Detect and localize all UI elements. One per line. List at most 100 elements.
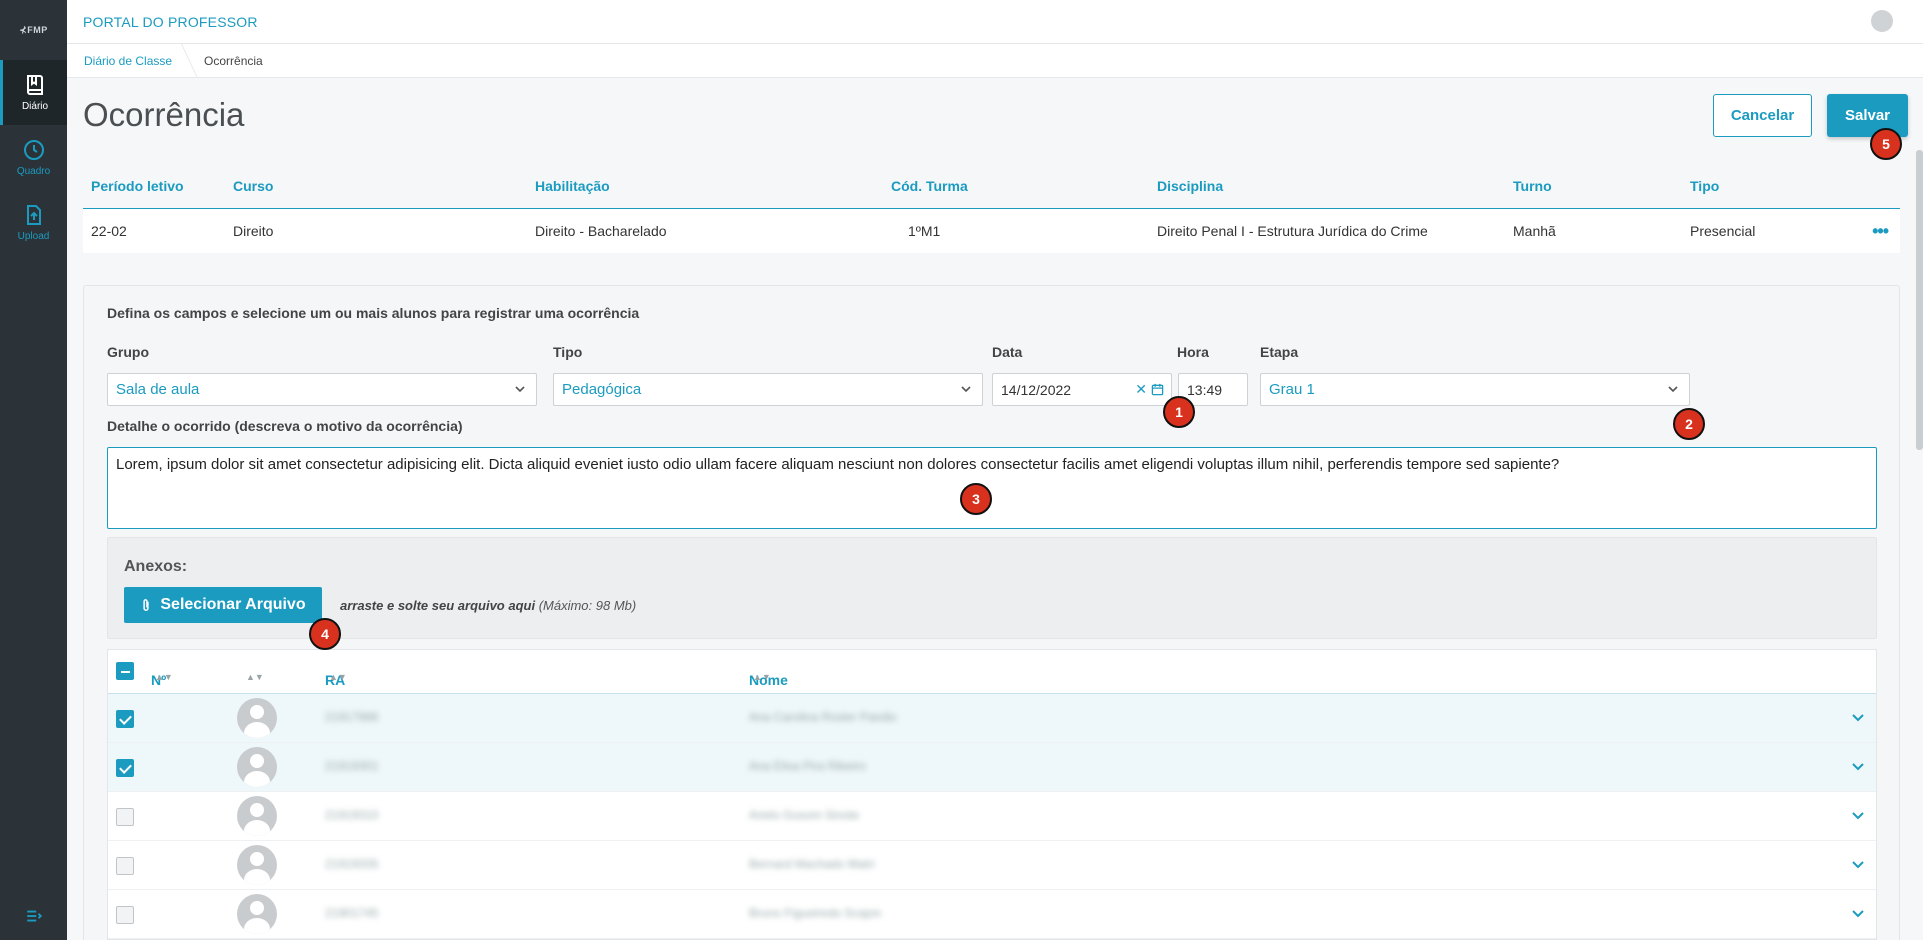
row-checkbox[interactable] [116, 808, 134, 826]
student-name: Ana Carolina Rosler Paixão [749, 710, 897, 724]
etapa-value: Grau 1 [1269, 381, 1315, 398]
table-row[interactable]: 21919301 Ana Elisa Pira Ribeiro [108, 743, 1876, 792]
occurrence-form: Defina os campos e selecione um ou mais … [83, 285, 1900, 940]
table-row[interactable]: 21917986 Ana Carolina Rosler Paixão [108, 694, 1876, 743]
chevron-down-icon [1668, 386, 1678, 393]
chevron-down-icon[interactable] [1850, 905, 1866, 921]
date-field[interactable]: 14/12/2022 ✕ [992, 373, 1172, 406]
paperclip-icon [143, 598, 149, 611]
tipo-label: Tipo [553, 344, 583, 360]
student-ra: 21917986 [325, 710, 379, 724]
table-row[interactable]: 21919310 Arielo Gusom Sinote [108, 792, 1876, 841]
students-table: Nº ▲▼ ▲▼ RA ▲▼ Nome ▲▼ 21917986 Ana Carolin… [107, 649, 1877, 940]
page-title: Ocorrência [83, 96, 245, 133]
avatar [237, 894, 277, 934]
header-periodo: Período letivo [91, 178, 184, 194]
hora-label: Hora [1177, 344, 1209, 360]
header-curso: Curso [233, 178, 274, 194]
expand-menu-icon[interactable] [0, 907, 67, 925]
row-checkbox[interactable] [116, 906, 134, 924]
step-marker-3: 3 [960, 483, 992, 515]
breadcrumb: Diário de Classe Ocorrência [67, 43, 1923, 78]
avatar [237, 747, 277, 787]
student-name: Bernard Machado Matri [749, 857, 875, 871]
cell-disciplina: Direito Penal I - Estrutura Jurídica do … [1157, 223, 1428, 239]
detail-textarea[interactable]: Lorem, ipsum dolor sit amet consectetur … [107, 447, 1877, 529]
avatar [237, 796, 277, 836]
grupo-select[interactable]: Sala de aula [107, 373, 537, 406]
chevron-down-icon[interactable] [1850, 709, 1866, 725]
calendar-icon[interactable] [1151, 383, 1164, 396]
class-info-header: Período letivo Curso Habilitação Cód. Tu… [83, 164, 1900, 209]
chevron-down-icon [961, 386, 971, 393]
etapa-select[interactable]: Grau 1 [1260, 373, 1690, 406]
attachments-area[interactable]: Anexos: Selecionar Arquivo arraste e sol… [107, 537, 1877, 639]
user-avatar[interactable] [1871, 10, 1893, 32]
header-tipo: Tipo [1690, 178, 1720, 194]
drop-text: arraste e solte seu arquivo aqui [340, 598, 536, 613]
row-checkbox[interactable] [116, 857, 134, 875]
header-disciplina: Disciplina [1157, 178, 1224, 194]
row-checkbox[interactable] [116, 710, 134, 728]
chevron-down-icon [515, 386, 525, 393]
grupo-label: Grupo [107, 344, 149, 360]
sidebar-item-diario[interactable]: Diário [0, 60, 67, 125]
app-logo-text: FMP [27, 25, 48, 35]
step-marker-1: 1 [1163, 396, 1195, 428]
breadcrumb-diario[interactable]: Diário de Classe [76, 54, 180, 68]
cell-curso: Direito [233, 223, 274, 239]
app-title: PORTAL DO PROFESSOR [83, 13, 258, 30]
upload-icon [26, 205, 41, 225]
step-marker-5: 5 [1870, 128, 1902, 160]
step-marker-2: 2 [1673, 408, 1705, 440]
sidebar-item-label: Quadro [16, 166, 51, 177]
cancel-button[interactable]: Cancelar [1713, 94, 1812, 137]
clock-icon [23, 140, 44, 160]
attachments-title: Anexos: [124, 558, 188, 575]
student-ra: 21919335 [325, 857, 379, 871]
step-marker-4: 4 [309, 618, 341, 650]
select-file-label: Selecionar Arquivo [160, 596, 306, 613]
sidebar-item-quadro[interactable]: Quadro [0, 125, 67, 190]
sidebar: ⊀ FMP Diário Quadro Upload [0, 0, 67, 940]
header-habilitacao: Habilitação [535, 178, 610, 194]
class-info-row: 22-02 Direito Direito - Bacharelado 1ºM1… [83, 209, 1900, 253]
data-label: Data [992, 344, 1023, 360]
chevron-down-icon[interactable] [1850, 856, 1866, 872]
cell-turno: Manhã [1513, 223, 1556, 239]
student-ra: 21901745 [325, 906, 379, 920]
tipo-value: Pedagógica [562, 381, 642, 398]
avatar [237, 845, 277, 885]
class-info-table: Período letivo Curso Habilitação Cód. Tu… [83, 164, 1900, 253]
detalhe-label: Detalhe o ocorrido (descreva o motivo da… [107, 418, 463, 434]
detail-text: Lorem, ipsum dolor sit amet consectetur … [116, 456, 1560, 473]
max-size-text: (Máximo: 98 Mb) [538, 598, 637, 613]
clear-icon[interactable]: ✕ [1135, 381, 1147, 398]
time-value: 13:49 [1187, 381, 1223, 398]
select-file-button[interactable]: Selecionar Arquivo [124, 587, 322, 623]
select-all-checkbox[interactable] [116, 662, 134, 680]
sidebar-item-label: Diário [21, 101, 49, 112]
sort-icon: ▲▼ [246, 671, 264, 682]
page-scrollbar[interactable] [1916, 150, 1923, 450]
avatar [237, 698, 277, 738]
header-turno: Turno [1513, 178, 1552, 194]
book-icon [27, 75, 43, 95]
chevron-down-icon[interactable] [1850, 758, 1866, 774]
date-value: 14/12/2022 [1001, 381, 1072, 398]
tipo-select[interactable]: Pedagógica [553, 373, 983, 406]
sidebar-item-upload[interactable]: Upload [0, 190, 67, 255]
drop-hint: arraste e solte seu arquivo aqui (Máximo… [340, 598, 636, 613]
sidebar-item-label: Upload [17, 231, 50, 242]
chevron-down-icon[interactable] [1850, 807, 1866, 823]
table-row[interactable]: 21919335 Bernard Machado Matri [108, 841, 1876, 890]
table-row[interactable]: 21901745 Bruno Figueiredo Scajon [108, 890, 1876, 939]
row-checkbox[interactable] [116, 759, 134, 777]
sort-icon: ▲▼ [753, 671, 771, 682]
etapa-label: Etapa [1260, 344, 1299, 360]
more-options-icon[interactable]: ••• [1872, 221, 1889, 242]
sort-icon: ▲▼ [329, 671, 347, 682]
form-intro: Defina os campos e selecione um ou mais … [107, 305, 640, 321]
sort-icon: ▲▼ [155, 671, 173, 682]
cell-periodo: 22-02 [91, 223, 127, 239]
